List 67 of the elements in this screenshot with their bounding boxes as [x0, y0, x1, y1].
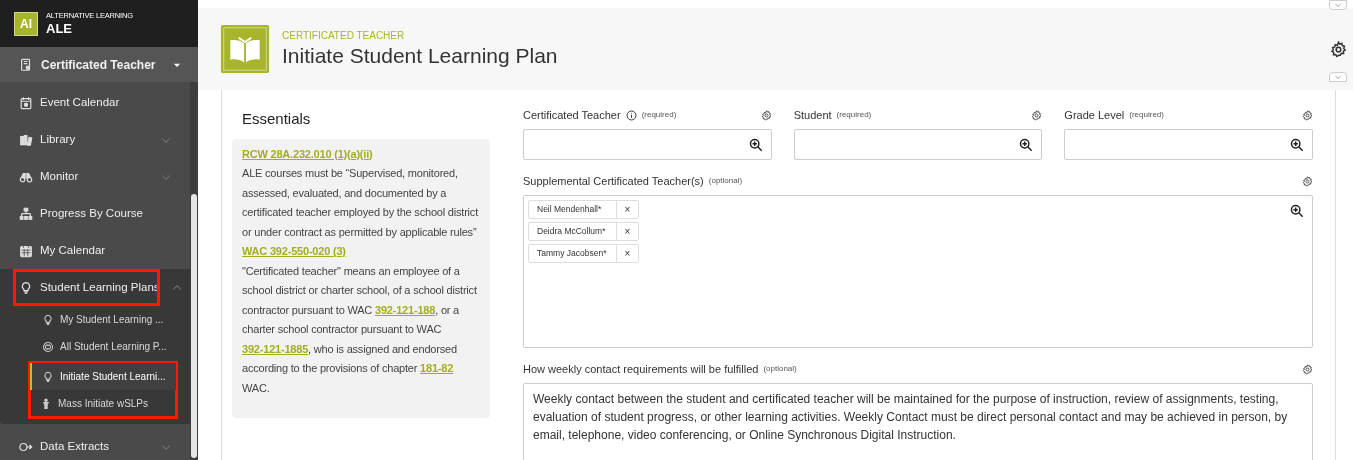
- multi-select-field[interactable]: Neil Mendenhall* × Deidra McCollum* × Tammy Jacobsen* ×: [523, 195, 1313, 348]
- lightbulb-icon: [19, 280, 33, 295]
- field-label: Grade Level: [1064, 107, 1125, 123]
- field-note: (required): [836, 109, 872, 121]
- token-chip: Deidra McCollum* ×: [528, 222, 639, 241]
- essentials-paragraph: "Certificated teacher" means an employee of a school district or charter school, of a school district contractor pursuant to WAC 392-121-188, or a charter school contractor pursuant to WAC 392-121-1885, who is assigned and endorsed according to the provisions of chapter 181-82 WAC.: [242, 263, 478, 396]
- settings-icon: [1302, 175, 1313, 187]
- settings-icon: [1031, 109, 1043, 121]
- settings-button[interactable]: [1329, 40, 1347, 58]
- chevron-down-icon: [1334, 73, 1342, 81]
- essentials-paragraph: ALE courses must be “Supervised, monitored, assessed, evaluated, and documented by a certificated teacher employed by the school district or under contract as permitted by applicable rules”: [242, 166, 480, 240]
- lookup-field[interactable]: [1064, 129, 1313, 160]
- nav-subitem[interactable]: My Student Learning ...: [2, 306, 190, 333]
- token-chip: Neil Mendenhall* ×: [528, 200, 639, 219]
- logo: AI: [14, 11, 38, 36]
- info-icon: [625, 109, 637, 121]
- settings-icon: [760, 109, 772, 121]
- role-menu[interactable]: Certificated Teacher: [0, 47, 198, 82]
- field-note: (optional): [763, 363, 797, 375]
- settings-icon: [1302, 363, 1313, 375]
- brand-title: ALE: [46, 21, 73, 35]
- field-label: Certificated Teacher: [523, 107, 621, 123]
- page-title: Initiate Student Learning Plan: [282, 43, 558, 70]
- settings-icon: [1329, 40, 1347, 58]
- lightbulb-icon: [42, 313, 54, 326]
- chevron-down-icon: [1334, 1, 1342, 9]
- remove-token-button[interactable]: ×: [617, 201, 638, 218]
- zoom-in-icon: [1290, 137, 1304, 152]
- calendar-icon: [19, 243, 33, 258]
- lightbulb-icon: [42, 370, 54, 383]
- field-label: Supplemental Certificated Teacher(s): [523, 173, 704, 189]
- zoom-in-icon: [748, 137, 763, 152]
- scrollbar-thumb[interactable]: [191, 194, 197, 458]
- field-label: Student: [793, 107, 832, 123]
- remove-token-button[interactable]: ×: [617, 223, 638, 240]
- zoom-in-icon: [1290, 204, 1304, 218]
- circle-icon: [42, 340, 54, 353]
- nav-subitem[interactable]: All Student Learning P...: [2, 333, 190, 360]
- field-note: (required): [1129, 109, 1164, 121]
- lookup-field[interactable]: [523, 129, 772, 160]
- zoom-in-icon: [1019, 137, 1034, 152]
- badge-icon: [19, 57, 33, 72]
- chevron-button[interactable]: [1329, 72, 1347, 82]
- lookup-field[interactable]: [793, 129, 1043, 160]
- field-note: (required): [641, 109, 677, 121]
- field-label: How weekly contact requirements will be fulfilled: [523, 361, 759, 377]
- remove-token-button[interactable]: ×: [617, 245, 638, 262]
- books-icon: [19, 132, 33, 147]
- text-area[interactable]: Weekly contact between the student and certificated teacher will be maintained for the purpose of instruction, review of assignments, testing, evaluation of student progress, or other learning activities. Weekly Contact must be direct personal contact and may be achieved in person, by email, telephone, video conferencing, or Online Synchronous Digital Instruction.: [523, 383, 1313, 460]
- chevron-button[interactable]: [1329, 0, 1347, 10]
- nav-item[interactable]: Event Calendar: [0, 84, 190, 121]
- field-note: (optional): [708, 175, 743, 187]
- nav-item[interactable]: My Calendar: [0, 232, 190, 269]
- person-icon: [40, 397, 52, 410]
- nav-item[interactable]: Data Extracts: [0, 428, 190, 460]
- book-icon: [220, 24, 270, 74]
- nav-item[interactable]: Progress By Course: [0, 195, 190, 232]
- hierarchy-icon: [19, 206, 33, 221]
- nav-subitem[interactable]: Initiate Student Learni...: [30, 363, 176, 390]
- header-eyebrow: CERTIFICATED TEACHER: [282, 29, 406, 44]
- settings-icon: [1302, 109, 1313, 121]
- calendar-icon: [19, 95, 33, 110]
- nav-item[interactable]: Library: [0, 121, 190, 158]
- nav-subitem[interactable]: Mass Initiate wSLPs: [30, 390, 176, 417]
- nav-item[interactable]: Monitor: [0, 158, 190, 195]
- token-chip: Tammy Jacobsen* ×: [528, 244, 639, 263]
- essentials-title: Essentials: [241, 109, 312, 129]
